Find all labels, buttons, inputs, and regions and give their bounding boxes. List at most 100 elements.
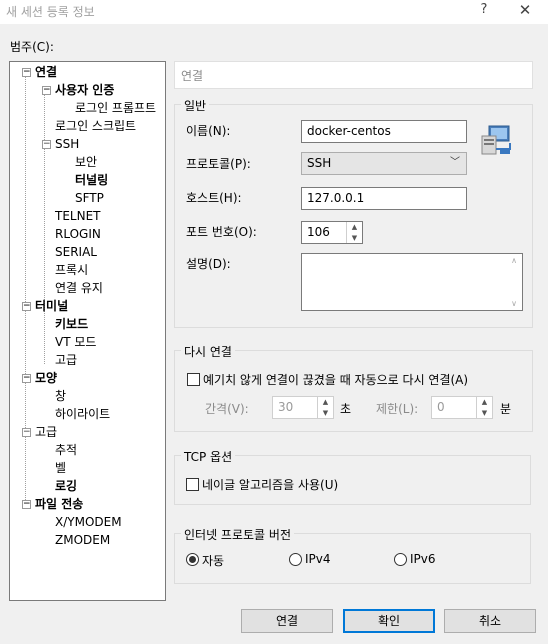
tree-item-label: 추적 [55,443,78,457]
protocol-select[interactable]: SSH ﹀ [301,152,467,175]
nagle-label[interactable]: 네이글 알고리즘을 사용(U) [202,476,338,493]
tree-item[interactable]: 보안 [75,153,97,171]
collapse-icon[interactable]: − [42,86,51,95]
spin-down-icon[interactable]: ▼ [318,408,333,419]
chevron-down-icon: ﹀ [450,157,460,168]
tree-item[interactable]: − 파일 전송 [22,495,84,513]
connect-button[interactable]: 연결 [241,609,333,633]
ip-version-group-title: 인터넷 프로토콜 버전 [181,526,294,543]
tree-item-label: 로그인 프롬프트 [75,101,157,115]
port-spinner[interactable]: ▲ ▼ [346,222,362,243]
tree-item-label: 로그인 스크립트 [55,119,137,133]
limit-spinner[interactable]: ▲ ▼ [476,397,492,418]
category-tree[interactable]: − 연결 − 사용자 인증 로그인 프롬프트 로그인 스크립트 − SSH 보안 터널링 SFTP T… [9,61,166,601]
tcp-group-title: TCP 옵션 [181,448,236,465]
tree-item[interactable]: TELNET [55,207,101,225]
collapse-icon[interactable]: − [42,140,51,149]
tree-item-label: SFTP [75,191,104,205]
scroll-up-icon[interactable]: ∧ [506,256,522,265]
tree-item[interactable]: RLOGIN [55,225,101,243]
tree-item[interactable]: 창 [55,387,66,405]
description-textarea[interactable]: ∧ ∨ [301,253,523,311]
port-label: 포트 번호(O): [186,225,257,239]
tree-item-label: ZMODEM [55,533,111,547]
host-input[interactable]: 127.0.0.1 [301,187,467,210]
tree-item-label: SERIAL [55,245,97,259]
description-scrollbar[interactable]: ∧ ∨ [506,254,522,310]
interval-unit: 초 [340,402,352,416]
ip-v4-label[interactable]: IPv4 [305,552,331,566]
limit-label: 제한(L): [376,402,419,416]
section-header-title: 연결 [181,69,204,83]
tree-item[interactable]: 하이라이트 [55,405,110,423]
collapse-icon[interactable]: − [22,374,31,383]
collapse-icon[interactable]: − [22,302,31,311]
tree-item[interactable]: − 사용자 인증 [42,81,114,99]
tree-item[interactable]: 고급 [55,351,77,369]
tree-item[interactable]: SFTP [75,189,104,207]
interval-input[interactable]: 30 ▲ ▼ [272,396,334,419]
tree-item-label: 연결 [35,65,58,79]
tree-item-label: VT 모드 [55,335,97,349]
ip-auto-radio[interactable] [186,553,199,566]
auto-reconnect-label[interactable]: 예기치 않게 연결이 끊겼을 때 자동으로 다시 연결(A) [203,371,468,388]
tree-item[interactable]: 로그인 스크립트 [55,117,136,135]
scroll-down-icon[interactable]: ∨ [506,299,522,308]
tree-item-label: 고급 [35,425,58,439]
tree-item[interactable]: − SSH [42,135,79,153]
tree-item-label: 연결 유지 [55,281,103,295]
close-button[interactable]: ✕ [515,1,535,19]
tree-item[interactable]: − 고급 [22,423,58,441]
ip-v6-label[interactable]: IPv6 [410,552,436,566]
limit-unit: 분 [500,402,512,416]
tree-item[interactable]: 연결 유지 [55,279,103,297]
ip-v4-radio[interactable] [289,553,302,566]
tree-item[interactable]: 추적 [55,441,77,459]
interval-spinner[interactable]: ▲ ▼ [317,397,333,418]
name-input[interactable]: docker-centos [301,120,467,143]
tree-item[interactable]: 로그인 프롬프트 [75,99,156,117]
spin-up-icon[interactable]: ▲ [318,397,333,408]
tree-item[interactable]: 프록시 [55,261,88,279]
tree-item-label: 하이라이트 [55,407,111,421]
tree-item[interactable]: VT 모드 [55,333,96,351]
protocol-select-value: SSH [307,156,332,170]
auto-reconnect-checkbox[interactable] [187,373,200,386]
spin-down-icon[interactable]: ▼ [477,408,492,419]
tree-item[interactable]: 터널링 [75,171,108,189]
cancel-button[interactable]: 취소 [444,609,536,633]
tree-item-label: 로깅 [55,479,78,493]
ok-button[interactable]: 확인 [343,609,435,633]
limit-input[interactable]: 0 ▲ ▼ [431,396,493,419]
tree-item[interactable]: − 터미널 [22,297,69,315]
collapse-icon[interactable]: − [22,428,31,437]
tree-item-label: 키보드 [55,317,89,331]
spin-up-icon[interactable]: ▲ [477,397,492,408]
ip-v6-radio[interactable] [394,553,407,566]
spin-up-icon[interactable]: ▲ [347,222,362,233]
tree-item[interactable]: X/YMODEM [55,513,122,531]
tree-item-label: 창 [55,389,67,403]
help-button[interactable]: ? [476,2,492,17]
tree-item[interactable]: 로깅 [55,477,77,495]
tree-item-label: 모양 [35,371,58,385]
general-group-title: 일반 [181,97,210,114]
name-label: 이름(N): [186,124,231,138]
tree-item[interactable]: 벨 [55,459,66,477]
nagle-checkbox[interactable] [186,478,199,491]
tree-item[interactable]: SERIAL [55,243,97,261]
port-input[interactable]: 106 ▲ ▼ [301,221,363,244]
tree-item[interactable]: 키보드 [55,315,88,333]
tree-item[interactable]: − 모양 [22,369,58,387]
spin-down-icon[interactable]: ▼ [347,233,362,244]
tree-item[interactable]: ZMODEM [55,531,110,549]
tree-item[interactable]: − 연결 [22,63,58,81]
ip-auto-label[interactable]: 자동 [202,552,224,569]
collapse-icon[interactable]: − [22,68,31,77]
tree-item-label: 파일 전송 [35,497,84,511]
tree-item-label: 터미널 [35,299,69,313]
collapse-icon[interactable]: − [22,500,31,509]
tree-item-label: RLOGIN [55,227,101,241]
tree-item-label: 프록시 [55,263,89,277]
tree-item-label: 보안 [75,155,98,169]
